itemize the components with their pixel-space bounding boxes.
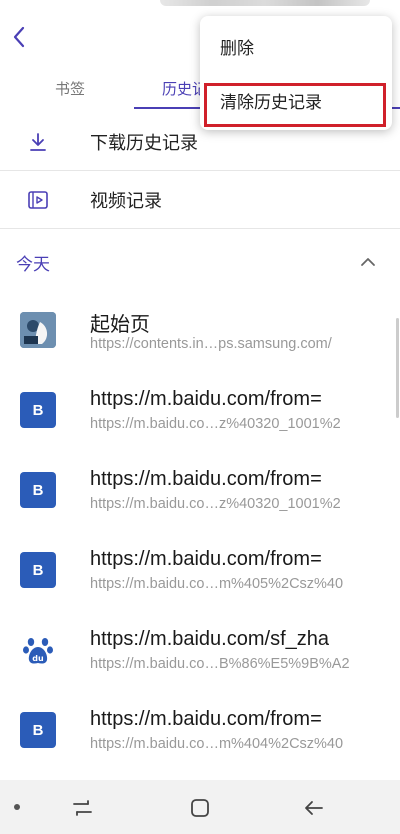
chevron-up-icon[interactable] xyxy=(358,252,378,272)
back-chevron-icon[interactable] xyxy=(6,22,32,52)
status-bar-blur xyxy=(160,0,370,6)
back-arrow-icon[interactable] xyxy=(300,794,328,822)
history-item-title: https://m.baidu.com/from= xyxy=(90,388,322,410)
download-icon xyxy=(24,128,52,156)
baidu-favicon-text: du xyxy=(32,654,44,663)
b-favicon: B xyxy=(20,552,56,588)
video-icon xyxy=(24,186,52,214)
nav-dot-icon xyxy=(14,804,20,810)
b-favicon: B xyxy=(20,392,56,428)
baidu-paw-favicon: du xyxy=(20,632,56,668)
b-favicon: B xyxy=(20,472,56,508)
b-favicon: B xyxy=(20,712,56,748)
scrollbar[interactable] xyxy=(396,318,399,418)
history-item-title: https://m.baidu.com/from= xyxy=(90,548,322,570)
divider xyxy=(0,170,400,171)
history-item-url: https://m.baidu.co…z%40320_1001%2 xyxy=(90,416,341,432)
recent-apps-icon[interactable] xyxy=(68,794,96,822)
history-item[interactable]: B https://m.baidu.com/from= https://m.ba… xyxy=(0,534,400,614)
section-header-today[interactable]: 今天 xyxy=(0,240,400,284)
history-item[interactable]: du https://m.baidu.com/sf_zha https://m.… xyxy=(0,614,400,694)
history-item-url: https://m.baidu.co…m%405%2Csz%40 xyxy=(90,576,344,592)
history-item-url: https://m.baidu.co…B%86%E5%9B%A2 xyxy=(90,656,350,672)
divider xyxy=(0,228,400,229)
section-title: 今天 xyxy=(16,255,50,274)
download-history-label: 下载历史记录 xyxy=(90,133,198,153)
history-item-title: https://m.baidu.com/from= xyxy=(90,468,322,490)
video-history-label: 视频记录 xyxy=(90,191,162,211)
start-page-favicon xyxy=(20,312,56,348)
history-item-url: https://m.baidu.co…z%40320_1001%2 xyxy=(90,496,341,512)
history-item-url: https://contents.in…ps.samsung.com/ xyxy=(90,336,332,352)
home-icon[interactable] xyxy=(186,794,214,822)
history-item-title: https://m.baidu.com/from= xyxy=(90,708,322,730)
menu-item-delete[interactable]: 删除 xyxy=(200,22,392,70)
system-nav-bar xyxy=(0,780,400,834)
history-item[interactable]: 起始页 https://contents.in…ps.samsung.com/ xyxy=(0,294,400,374)
history-item[interactable]: B https://m.baidu.com/from= https://m.ba… xyxy=(0,374,400,454)
video-history-row[interactable]: 视频记录 xyxy=(0,176,400,224)
status-bar xyxy=(0,0,400,16)
history-item[interactable]: B https://m.baidu.com/from= https://m.ba… xyxy=(0,454,400,534)
history-item-title: https://m.baidu.com/sf_zha xyxy=(90,628,330,650)
history-item-title: 起始页 xyxy=(90,314,150,336)
history-item[interactable]: B https://m.baidu.com/from= https://m.ba… xyxy=(0,694,400,774)
history-item-url: https://m.baidu.co…m%404%2Csz%40 xyxy=(90,736,344,752)
highlight-box xyxy=(204,83,386,127)
tab-bookmarks[interactable]: 书签 xyxy=(20,66,120,110)
